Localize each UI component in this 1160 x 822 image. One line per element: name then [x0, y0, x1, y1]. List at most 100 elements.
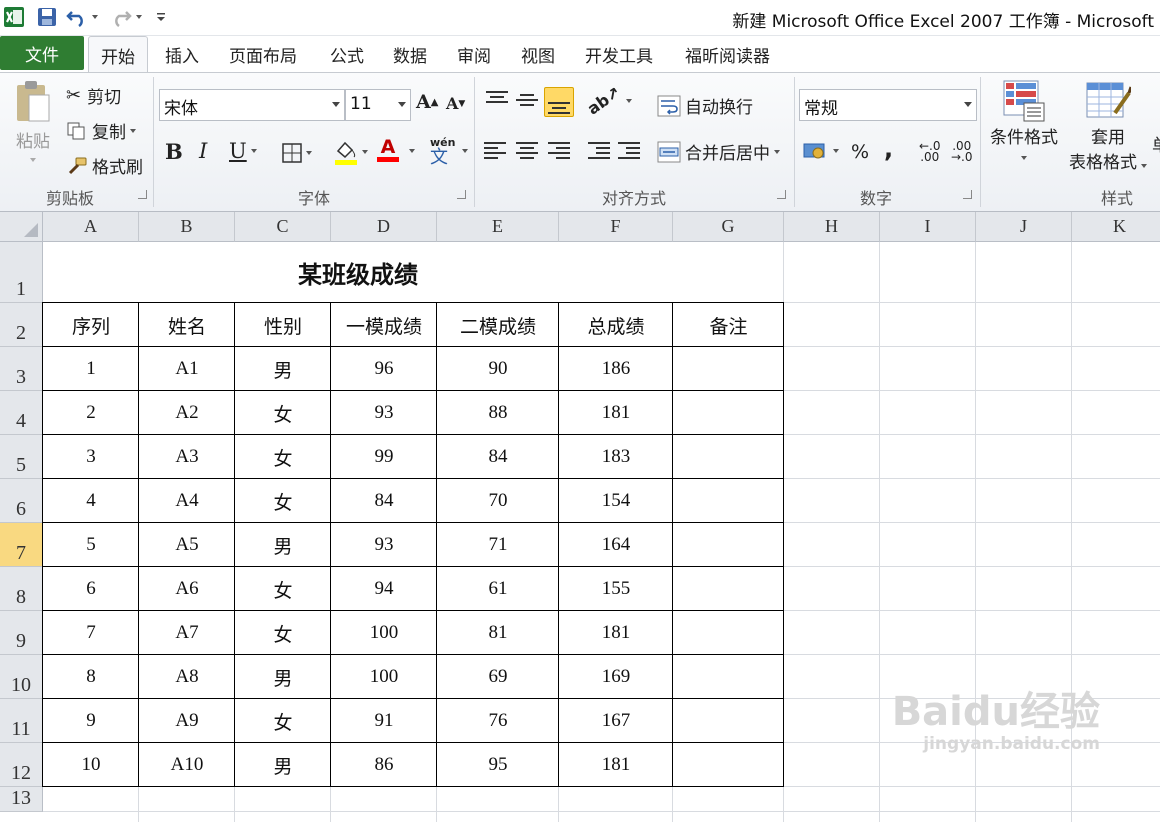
- table-cell[interactable]: A6: [139, 567, 235, 611]
- number-launcher-icon[interactable]: [963, 190, 972, 199]
- row-header[interactable]: 6: [0, 479, 43, 523]
- table-cell[interactable]: 女: [235, 391, 331, 435]
- row-header[interactable]: 1: [0, 242, 43, 303]
- table-cell[interactable]: A1: [139, 347, 235, 391]
- table-cell[interactable]: A10: [139, 743, 235, 787]
- grow-font-button[interactable]: A ▲: [416, 91, 438, 113]
- table-cell[interactable]: 10: [43, 743, 139, 787]
- table-header-cell[interactable]: 二模成绩: [437, 303, 559, 347]
- table-cell[interactable]: 95: [437, 743, 559, 787]
- column-header[interactable]: K: [1072, 212, 1160, 242]
- merge-center-button[interactable]: 合并后居中: [657, 139, 780, 164]
- merge-dropdown-icon[interactable]: [774, 149, 780, 154]
- table-cell[interactable]: 76: [437, 699, 559, 743]
- column-header[interactable]: A: [43, 212, 139, 242]
- font-color-button[interactable]: A: [377, 137, 399, 162]
- table-cell[interactable]: 167: [559, 699, 673, 743]
- table-cell[interactable]: 女: [235, 699, 331, 743]
- align-middle-button[interactable]: [516, 89, 540, 109]
- percent-button[interactable]: %: [851, 141, 869, 163]
- align-left-button[interactable]: [484, 141, 508, 161]
- alignment-launcher-icon[interactable]: [777, 190, 786, 199]
- column-header[interactable]: H: [784, 212, 880, 242]
- row-header[interactable]: 2: [0, 303, 43, 347]
- decrease-indent-button[interactable]: [588, 141, 612, 161]
- table-cell[interactable]: 164: [559, 523, 673, 567]
- table-cell[interactable]: 女: [235, 567, 331, 611]
- table-cell[interactable]: 6: [43, 567, 139, 611]
- align-top-button[interactable]: [486, 89, 510, 109]
- cell-styles-button-partial[interactable]: 单: [1152, 131, 1160, 156]
- tab-home[interactable]: 开始: [88, 36, 148, 74]
- font-color-dropdown-icon[interactable]: [409, 149, 415, 153]
- accounting-dropdown-icon[interactable]: [833, 149, 839, 153]
- table-cell[interactable]: 1: [43, 347, 139, 391]
- table-cell[interactable]: 86: [331, 743, 437, 787]
- table-cell[interactable]: 186: [559, 347, 673, 391]
- table-cell[interactable]: 96: [331, 347, 437, 391]
- tab-page-layout[interactable]: 页面布局: [229, 42, 297, 67]
- undo-dropdown-icon[interactable]: [92, 15, 98, 19]
- accounting-format-button[interactable]: [803, 141, 839, 161]
- table-cell[interactable]: 61: [437, 567, 559, 611]
- table-cell[interactable]: 7: [43, 611, 139, 655]
- table-header-cell[interactable]: 总成绩: [559, 303, 673, 347]
- table-cell[interactable]: 169: [559, 655, 673, 699]
- redo-dropdown-icon[interactable]: [136, 15, 142, 19]
- table-cell[interactable]: [673, 523, 784, 567]
- table-cell[interactable]: 91: [331, 699, 437, 743]
- redo-button[interactable]: [108, 5, 144, 29]
- table-header-cell[interactable]: 一模成绩: [331, 303, 437, 347]
- align-center-button[interactable]: [516, 141, 540, 161]
- table-cell[interactable]: A5: [139, 523, 235, 567]
- table-header-cell[interactable]: 姓名: [139, 303, 235, 347]
- column-header[interactable]: E: [437, 212, 559, 242]
- underline-dropdown-icon[interactable]: [250, 149, 257, 153]
- table-header-cell[interactable]: 备注: [673, 303, 784, 347]
- column-header[interactable]: C: [235, 212, 331, 242]
- column-header[interactable]: G: [673, 212, 784, 242]
- table-header-cell[interactable]: 性别: [235, 303, 331, 347]
- clipboard-launcher-icon[interactable]: [138, 190, 147, 199]
- borders-button[interactable]: [282, 143, 312, 163]
- tab-review[interactable]: 审阅: [457, 42, 491, 67]
- copy-button[interactable]: 复制: [66, 118, 136, 143]
- table-cell[interactable]: 84: [331, 479, 437, 523]
- table-cell[interactable]: A2: [139, 391, 235, 435]
- table-cell[interactable]: 100: [331, 611, 437, 655]
- table-cell[interactable]: [673, 743, 784, 787]
- table-cell[interactable]: 70: [437, 479, 559, 523]
- bold-button[interactable]: B: [165, 139, 183, 164]
- table-cell[interactable]: 男: [235, 743, 331, 787]
- table-cell[interactable]: [673, 655, 784, 699]
- phonetic-button[interactable]: wén 文: [430, 137, 455, 167]
- table-cell[interactable]: 4: [43, 479, 139, 523]
- table-cell[interactable]: 88: [437, 391, 559, 435]
- align-bottom-button[interactable]: [544, 87, 574, 117]
- font-name-select[interactable]: 宋体: [159, 89, 345, 121]
- comma-button[interactable]: ,: [884, 135, 893, 163]
- table-cell[interactable]: 69: [437, 655, 559, 699]
- table-cell[interactable]: 93: [331, 523, 437, 567]
- cut-button[interactable]: ✂ 剪切: [66, 83, 121, 108]
- table-cell[interactable]: 90: [437, 347, 559, 391]
- font-size-select[interactable]: 11: [345, 89, 411, 121]
- row-header[interactable]: 12: [0, 743, 43, 787]
- format-as-table-dropdown-icon[interactable]: [1141, 164, 1147, 168]
- table-cell[interactable]: [673, 435, 784, 479]
- table-cell[interactable]: [673, 567, 784, 611]
- excel-app-icon[interactable]: [2, 5, 26, 29]
- table-cell[interactable]: [673, 611, 784, 655]
- table-cell[interactable]: 84: [437, 435, 559, 479]
- table-cell[interactable]: 100: [331, 655, 437, 699]
- font-launcher-icon[interactable]: [457, 190, 466, 199]
- table-cell[interactable]: 女: [235, 611, 331, 655]
- table-cell[interactable]: 男: [235, 655, 331, 699]
- wrap-text-button[interactable]: 自动换行: [657, 93, 753, 118]
- save-icon[interactable]: [34, 5, 60, 29]
- table-cell[interactable]: 81: [437, 611, 559, 655]
- table-cell[interactable]: A8: [139, 655, 235, 699]
- row-header[interactable]: 5: [0, 435, 43, 479]
- table-cell[interactable]: 女: [235, 479, 331, 523]
- table-cell[interactable]: A4: [139, 479, 235, 523]
